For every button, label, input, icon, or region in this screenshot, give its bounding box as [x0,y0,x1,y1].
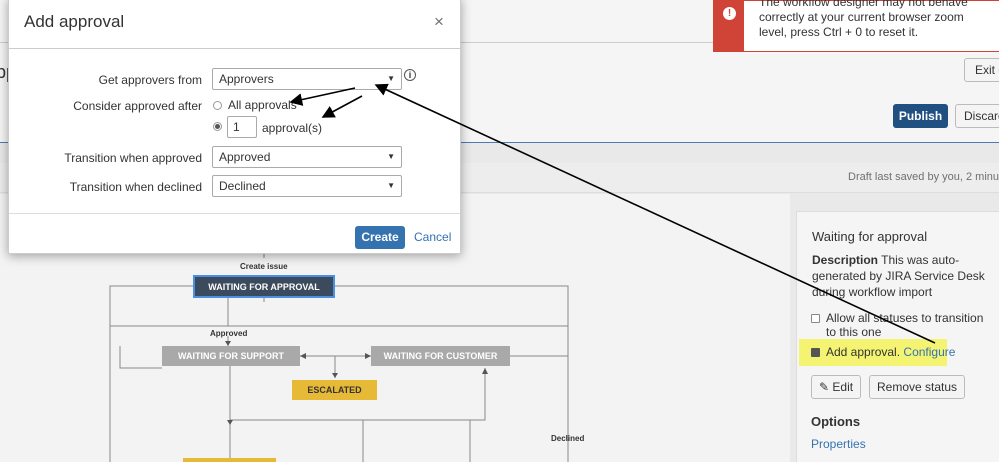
remove-status-button[interactable]: Remove status [869,375,966,399]
status-waiting-for-approval[interactable]: WAITING FOR APPROVAL [193,275,335,298]
info-icon[interactable]: i [404,69,416,81]
create-issue-transition[interactable]: Create issue [240,262,288,271]
status-waiting-for-support[interactable]: WAITING FOR SUPPORT [162,346,300,366]
allow-all-label: Allow all statuses to transition to this… [826,311,984,339]
properties-link[interactable]: Properties [811,437,866,451]
transition-approved-value: Approved [219,150,271,164]
transition-declined-select[interactable]: Declined ▼ [212,175,402,197]
create-button[interactable]: Create [355,226,405,249]
add-approval-label: Add approval. [826,345,901,359]
approved-transition[interactable]: Approved [210,329,247,338]
transition-approved-label: Transition when approved [64,151,202,165]
add-approval-checkbox[interactable] [811,348,820,357]
add-approval-row[interactable]: Add approval. Configure [811,345,955,359]
allow-all-checkbox[interactable] [811,314,820,323]
transition-declined-value: Declined [219,179,266,193]
dialog-title: Add approval [24,12,125,31]
chevron-down-icon: ▼ [387,152,395,161]
toast-sidebar: ! [714,1,744,51]
zoom-warning-toast: ! The workflow designer may not behave c… [713,0,999,52]
discard-button[interactable]: Discard [955,104,999,128]
consider-approved-label: Consider approved after [73,99,202,113]
panel-description: Description This was auto-generated by J… [812,252,999,300]
approvers-select[interactable]: Approvers ▼ [212,68,402,90]
count-approvals-radio[interactable] [213,122,222,131]
chevron-down-icon: ▼ [387,74,395,83]
panel-title: Waiting for approval [812,229,928,244]
edit-label: Edit [832,380,854,394]
description-label: Description [812,253,879,267]
edit-button[interactable]: ✎ Edit [811,375,862,399]
add-approval-dialog: Add approval × Get approvers from Approv… [8,0,461,254]
cancel-link[interactable]: Cancel [414,230,451,244]
dialog-header: Add approval × [9,0,460,49]
draft-status: Draft last saved by you, 2 minutes [848,171,999,183]
chevron-down-icon: ▼ [387,181,395,190]
status-waiting-for-customer[interactable]: WAITING FOR CUSTOMER [371,346,510,366]
get-approvers-label: Get approvers from [98,73,202,87]
exit-button[interactable]: Exit d [964,58,999,82]
transition-declined-label: Transition when declined [69,180,202,194]
pencil-icon: ✎ [819,380,830,394]
error-icon: ! [723,7,736,20]
approvers-select-value: Approvers [219,72,274,86]
publish-button[interactable]: Publish [893,104,948,128]
approval-count-suffix: approval(s) [262,121,323,135]
transition-approved-select[interactable]: Approved ▼ [212,146,402,168]
status-partial[interactable] [183,458,276,462]
declined-transition[interactable]: Declined [551,434,584,443]
all-approvals-label: All approvals [228,98,297,112]
status-escalated[interactable]: ESCALATED [292,380,377,400]
allow-all-row[interactable]: Allow all statuses to transition to this… [811,311,991,339]
close-icon[interactable]: × [434,12,444,32]
configure-link[interactable]: Configure [903,345,955,359]
all-approvals-radio[interactable] [213,101,222,110]
options-heading: Options [811,414,861,429]
approval-count-input[interactable]: 1 [227,116,257,138]
toast-message: The workflow designer may not behave cor… [759,0,968,39]
